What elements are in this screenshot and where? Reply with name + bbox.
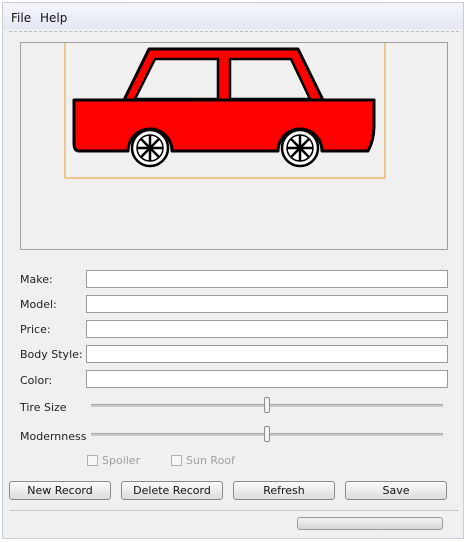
model-label: Model:: [20, 298, 57, 311]
new-record-button[interactable]: New Record: [9, 481, 111, 500]
car-preview-drawing: [64, 43, 386, 179]
body-style-field[interactable]: [86, 345, 448, 363]
car-preview-canvas: [20, 42, 448, 250]
color-label: Color:: [20, 374, 53, 387]
tire-size-slider[interactable]: [91, 397, 443, 413]
refresh-button[interactable]: Refresh: [233, 481, 335, 500]
tire-size-label: Tire Size: [20, 401, 67, 414]
make-label: Make:: [20, 273, 53, 286]
modernness-slider-thumb[interactable]: [264, 426, 270, 442]
app-window: File Help Make: Model: Price: Body Style…: [2, 2, 464, 539]
menu-separator: [9, 31, 459, 32]
menu-file[interactable]: File: [11, 11, 31, 25]
model-field[interactable]: [86, 295, 448, 313]
price-label: Price:: [20, 323, 51, 336]
sunroof-checkbox-box[interactable]: [171, 455, 182, 466]
front-wheel: [130, 128, 170, 168]
progress-bar: [297, 517, 443, 530]
spoiler-checkbox[interactable]: Spoiler: [87, 454, 140, 467]
status-separator: [9, 510, 459, 511]
car-body: [72, 98, 376, 153]
make-field[interactable]: [86, 270, 448, 288]
price-field[interactable]: [86, 320, 448, 338]
spoiler-checkbox-box[interactable]: [87, 455, 98, 466]
body-style-label: Body Style:: [20, 348, 83, 361]
tire-size-slider-thumb[interactable]: [264, 397, 270, 413]
rear-wheel: [280, 128, 320, 168]
menu-bar: File Help: [3, 3, 463, 29]
color-field[interactable]: [86, 370, 448, 388]
delete-record-button[interactable]: Delete Record: [121, 481, 223, 500]
spoiler-label: Spoiler: [102, 454, 141, 467]
car-image: [72, 47, 376, 168]
modernness-label: Modernness: [20, 430, 87, 443]
menu-help[interactable]: Help: [40, 11, 67, 25]
sunroof-checkbox[interactable]: Sun Roof: [171, 454, 235, 467]
modernness-slider[interactable]: [91, 426, 443, 442]
save-button[interactable]: Save: [345, 481, 447, 500]
sunroof-label: Sun Roof: [186, 454, 235, 467]
